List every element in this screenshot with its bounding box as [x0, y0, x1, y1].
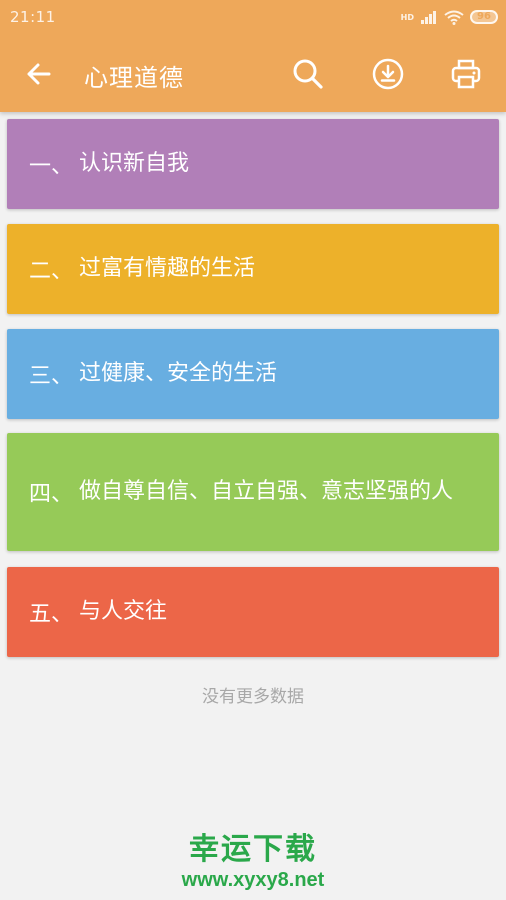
network-type-label: HD — [400, 12, 414, 22]
item-number: 五、 — [29, 602, 74, 627]
print-button[interactable] — [446, 54, 486, 94]
item-number: 四、 — [29, 482, 74, 507]
item-title: 与人交往 — [79, 599, 168, 624]
search-button[interactable] — [288, 54, 328, 94]
item-number: 三、 — [29, 364, 74, 389]
item-number: 一、 — [29, 154, 74, 179]
watermark-title: 幸运下载 — [189, 832, 317, 867]
item-number: 二、 — [29, 259, 74, 284]
list-item[interactable]: 一、 认识新自我 — [7, 119, 499, 209]
battery-icon: 96 — [470, 10, 498, 24]
page-title: 心理道德 — [84, 64, 184, 92]
toolbar: 心理道德 — [0, 40, 506, 106]
download-button[interactable] — [368, 54, 408, 94]
back-button[interactable] — [18, 54, 58, 94]
item-title: 过健康、安全的生活 — [79, 361, 278, 386]
status-time: 21:11 — [10, 8, 56, 26]
no-more-data-label: 没有更多数据 — [202, 687, 304, 707]
back-arrow-icon — [27, 63, 51, 85]
status-bar: 21:11 HD 96 — [0, 0, 506, 34]
signal-icon — [421, 11, 436, 24]
item-title: 过富有情趣的生活 — [79, 256, 256, 281]
download-icon — [372, 58, 404, 90]
watermark: 幸运下载 www.xyxy8.net — [0, 832, 506, 892]
list-item[interactable]: 四、 做自尊自信、自立自强、意志坚强的人 — [7, 433, 499, 551]
print-icon — [451, 59, 481, 89]
wifi-icon — [444, 10, 464, 25]
list-item[interactable]: 五、 与人交往 — [7, 567, 499, 657]
status-icons: HD 96 — [401, 8, 498, 26]
battery-level: 96 — [477, 11, 491, 22]
watermark-url: www.xyxy8.net — [181, 869, 325, 891]
app-bar: 21:11 HD 96 心理道德 — [0, 0, 506, 112]
item-title: 做自尊自信、自立自强、意志坚强的人 — [79, 479, 454, 504]
list-item[interactable]: 二、 过富有情趣的生活 — [7, 224, 499, 314]
search-icon — [293, 59, 323, 89]
list-item[interactable]: 三、 过健康、安全的生活 — [7, 329, 499, 419]
item-title: 认识新自我 — [79, 151, 190, 176]
